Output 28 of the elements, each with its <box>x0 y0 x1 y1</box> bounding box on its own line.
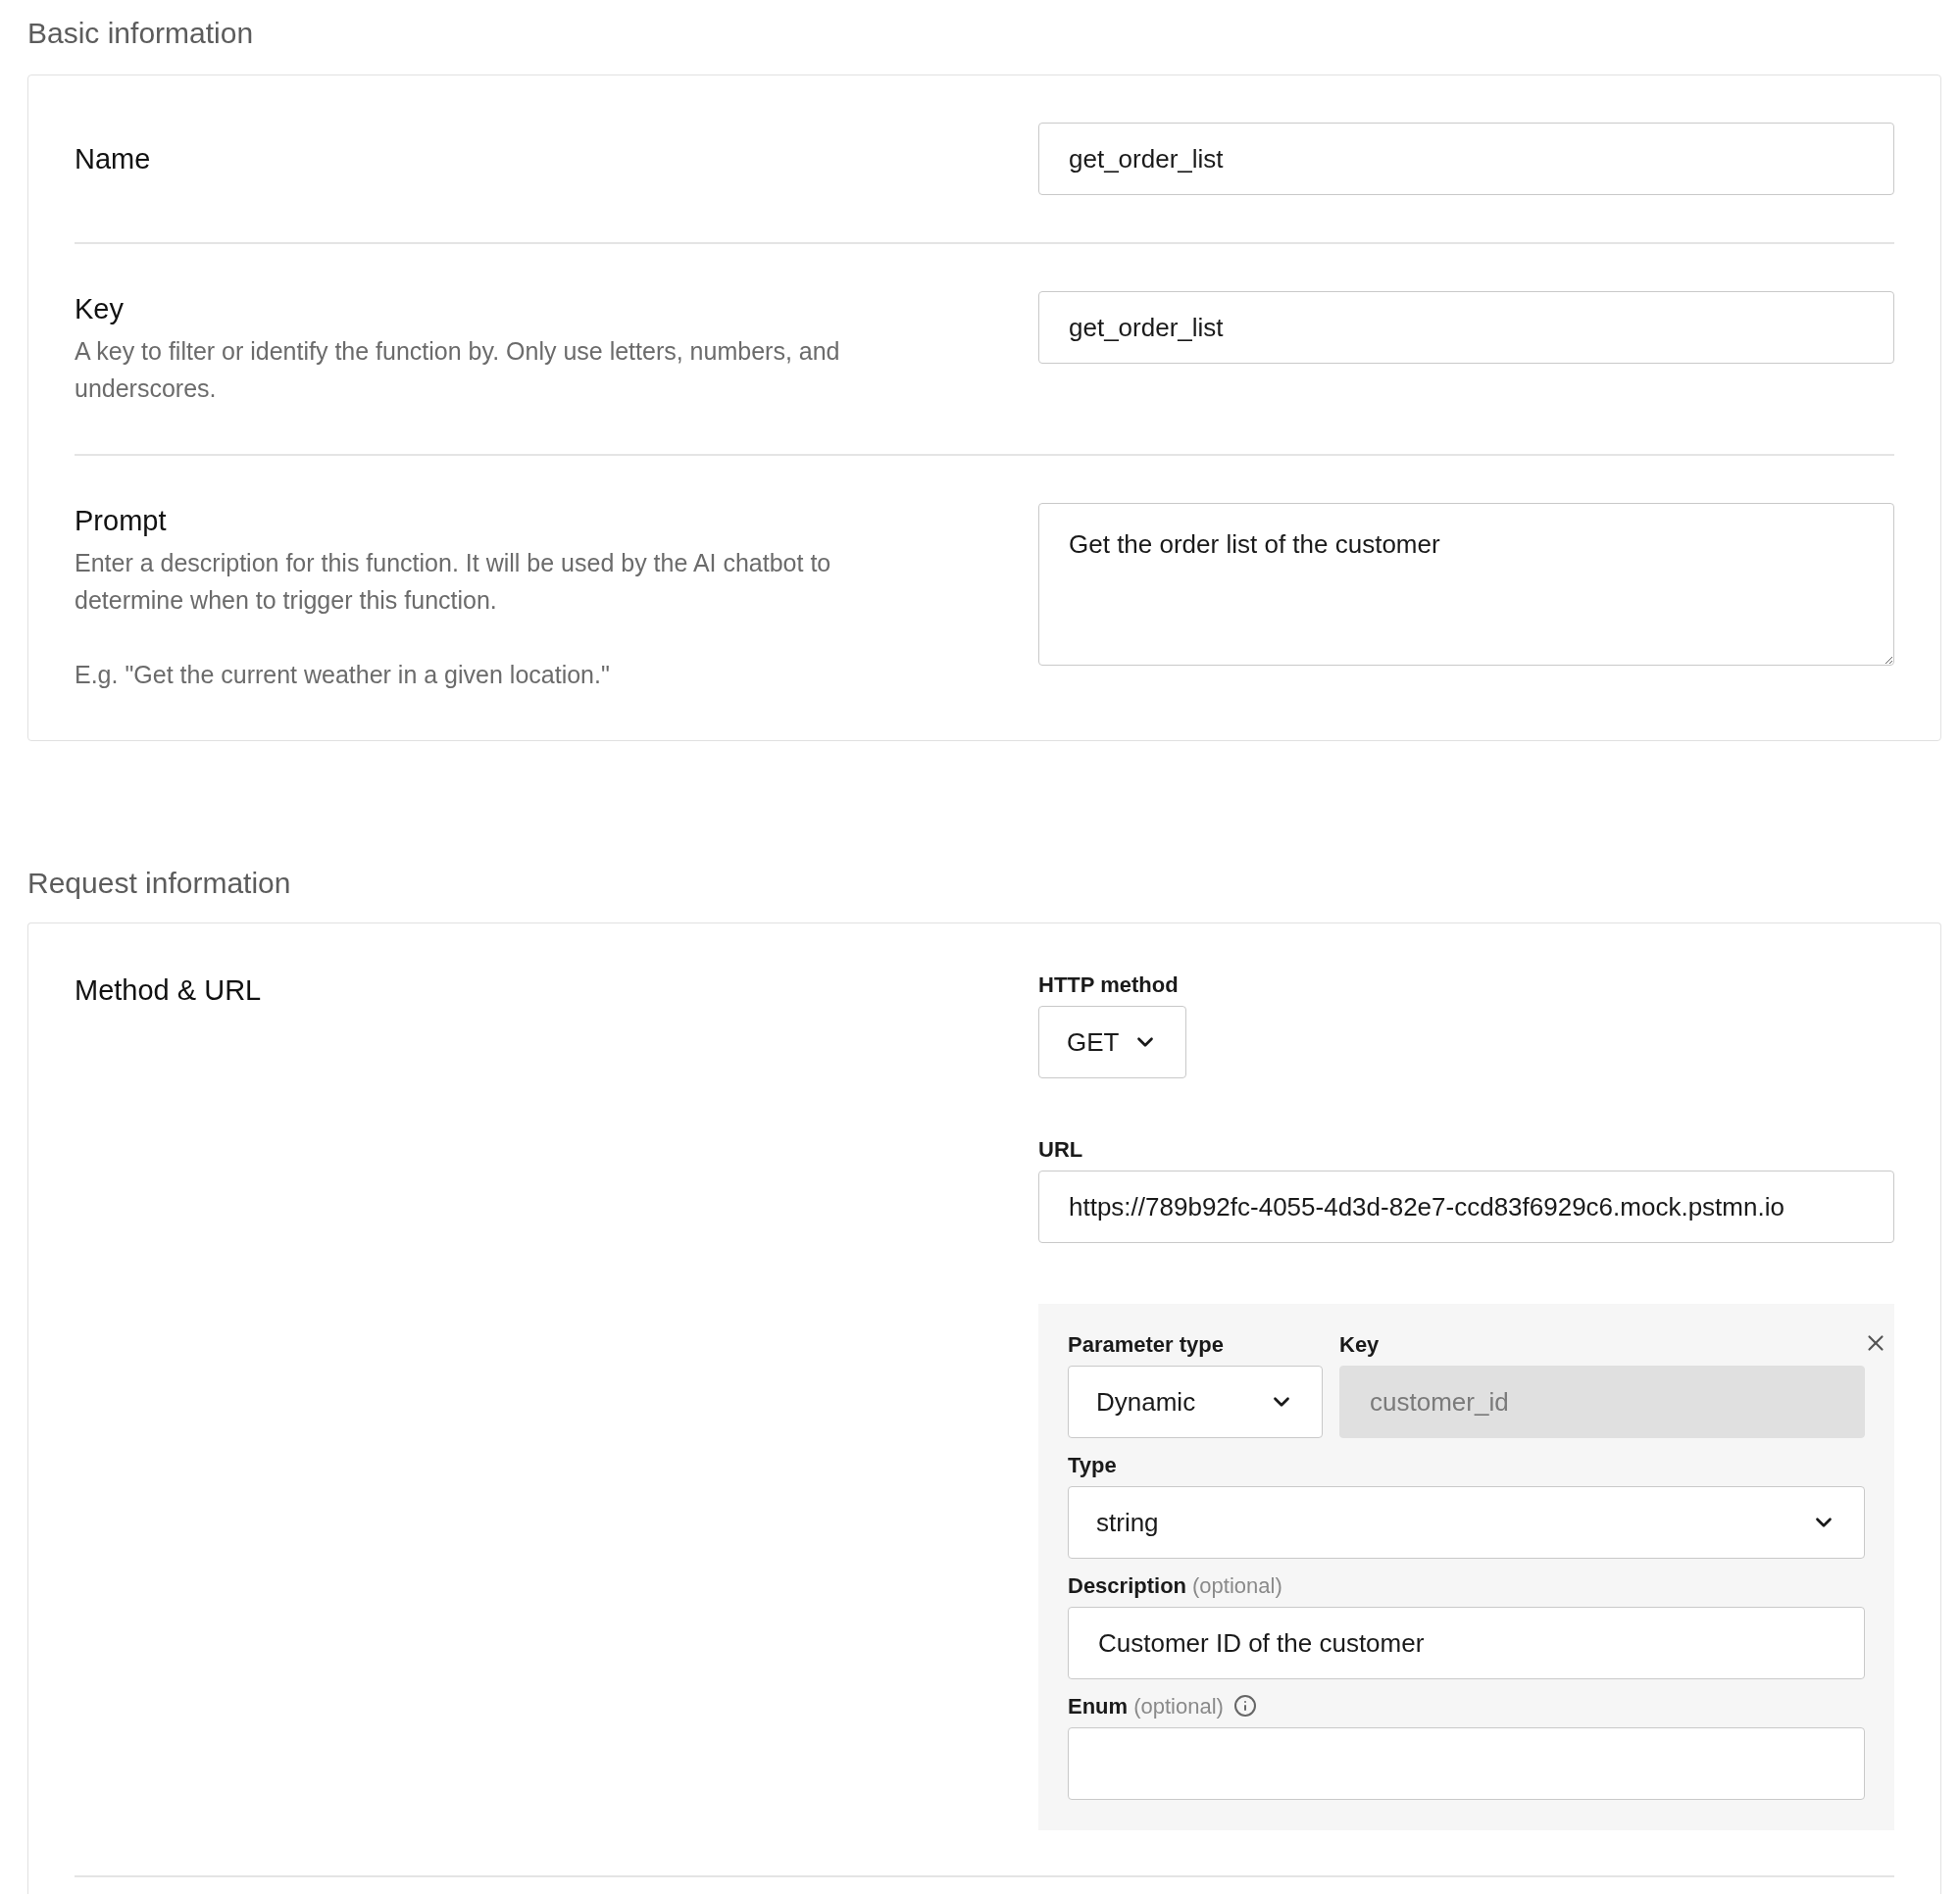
field-label: HTTP method <box>1038 971 1179 999</box>
section-title: Request information <box>27 866 292 901</box>
description-input[interactable]: Customer ID of the customer <box>1068 1607 1865 1679</box>
help-text: Enter a description for this function. It will be used by the AI chatbot to determine when to trigger this function. <box>75 548 832 616</box>
field-label: URL <box>1038 1135 1083 1164</box>
text-input[interactable]: get_order_list <box>1038 291 1894 364</box>
help-text: E.g. "Get the current weather in a given location." <box>75 660 611 690</box>
optional-hint: (optional) <box>1133 1692 1224 1720</box>
field-label: Name <box>75 142 152 176</box>
section-title: Basic information <box>27 16 255 51</box>
text-input[interactable]: get_order_list <box>1038 123 1894 195</box>
optional-hint: (optional) <box>1192 1571 1282 1600</box>
prompt-textarea[interactable]: Get the order list of the customer <box>1038 503 1894 666</box>
enum-input[interactable] <box>1068 1727 1865 1800</box>
field-label: Description <box>1068 1571 1187 1600</box>
field-label: Prompt <box>75 504 168 538</box>
parameter-type-select[interactable]: Dynamic <box>1068 1366 1323 1438</box>
method-select[interactable]: GET <box>1038 1006 1186 1078</box>
field-label: Key <box>1339 1330 1380 1359</box>
type-select[interactable]: string <box>1068 1486 1865 1559</box>
field-label: Key <box>75 292 125 326</box>
help-text: A key to filter or identify the function by. Only use letters, numbers, and underscores. <box>75 336 841 404</box>
field-label: Enum <box>1068 1692 1129 1720</box>
field-label: Method & URL <box>75 973 263 1008</box>
url-input[interactable]: https://789b92fc-4055-4d3d-82e7-ccd83f6929c6.mock.pstmn.io <box>1038 1171 1894 1243</box>
field-label: Parameter type <box>1068 1330 1224 1359</box>
info-icon[interactable] <box>1232 1694 1257 1718</box>
field-label: Type <box>1068 1451 1117 1479</box>
